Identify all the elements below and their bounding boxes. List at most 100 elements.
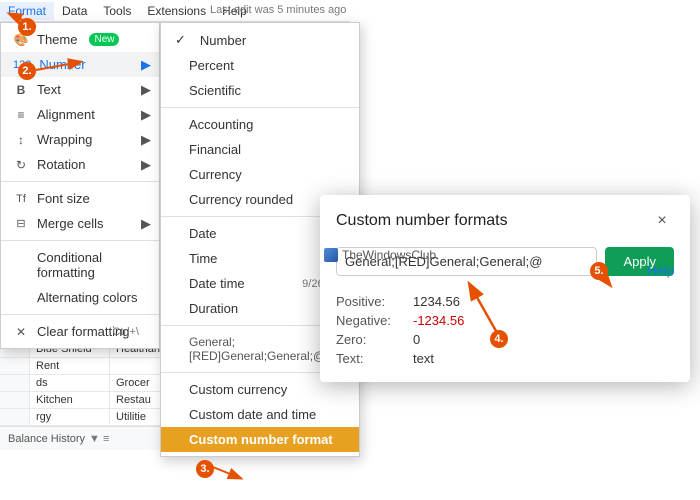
- cell-a2[interactable]: Rent: [30, 358, 110, 374]
- submenu-custom-number-label: Custom number format: [189, 432, 333, 447]
- negative-value: -1234.56: [413, 313, 464, 328]
- annotation-5: 5.: [590, 262, 608, 280]
- theme-label: Theme: [37, 32, 77, 47]
- number-label: Number: [39, 57, 85, 72]
- menu-bar: Format Data Tools Extensions Help Last e…: [0, 0, 350, 22]
- cell-a5[interactable]: rgy: [30, 409, 110, 425]
- dialog-title: Custom number formats: [336, 212, 508, 230]
- wrapping-arrow: ▶: [141, 132, 151, 148]
- clear-icon: ✕: [13, 325, 29, 339]
- row-num-4: [0, 392, 30, 408]
- submenu-item-accounting[interactable]: Accounting: [161, 112, 359, 137]
- text-value: text: [413, 351, 434, 366]
- cell-a4[interactable]: Kitchen: [30, 392, 110, 408]
- divider-1: [1, 181, 159, 182]
- submenu-time-label: Time: [189, 251, 217, 266]
- rotation-arrow: ▶: [141, 157, 151, 173]
- divider-3: [1, 314, 159, 315]
- format-menu-item-alignment[interactable]: ≡ Alignment ▶: [1, 102, 159, 127]
- alignment-icon: ≡: [13, 108, 29, 122]
- last-edit-text: Last edit was 5 minutes ago: [210, 4, 346, 16]
- mergecells-label: Merge cells: [37, 216, 103, 231]
- divider-2: [1, 240, 159, 241]
- submenu-duration-label: Duration: [189, 301, 238, 316]
- annotation-3: 3.: [196, 460, 214, 478]
- help-link[interactable]: Help: [647, 263, 674, 278]
- submenu-item-financial[interactable]: Financial: [161, 137, 359, 162]
- new-badge: New: [89, 33, 119, 46]
- zero-value: 0: [413, 332, 420, 347]
- format-menu-item-text[interactable]: B Text ▶: [1, 77, 159, 102]
- format-menu-item-conditional[interactable]: Conditional formatting: [1, 245, 159, 285]
- alignment-arrow: ▶: [141, 107, 151, 123]
- submenu-custom-currency-label: Custom currency: [189, 382, 287, 397]
- rotation-label: Rotation: [37, 157, 85, 172]
- submenu-scientific-label: Scientific: [189, 83, 241, 98]
- sheet-tab[interactable]: Balance History: [8, 433, 85, 445]
- row-num-5: [0, 409, 30, 425]
- mergecells-arrow: ▶: [141, 216, 151, 232]
- fontsize-icon: Tf: [13, 193, 29, 205]
- menu-extensions[interactable]: Extensions: [139, 2, 214, 20]
- submenu-currency-label: Currency: [189, 167, 242, 182]
- submenu-item-currency[interactable]: Currency: [161, 162, 359, 187]
- submenu-datetime-label: Date time: [189, 276, 245, 291]
- sheet-tab-indicator: ▼ ≡: [89, 433, 109, 445]
- row-num-3: [0, 375, 30, 391]
- submenu-divider-1: [161, 107, 359, 108]
- submenu-number-label: Number: [200, 33, 246, 48]
- annotation-4: 4.: [490, 330, 508, 348]
- text-bold-icon: B: [13, 83, 29, 97]
- format-menu-item-rotation[interactable]: ↻ Rotation ▶: [1, 152, 159, 177]
- submenu-date-label: Date: [189, 226, 216, 241]
- mergecells-icon: ⊟: [13, 217, 29, 230]
- custom-formats-dialog: Custom number formats × Apply Help Posit…: [320, 195, 690, 382]
- submenu-currency-rounded-label: Currency rounded: [189, 192, 293, 207]
- annotation-1: 1.: [18, 18, 36, 36]
- submenu-financial-label: Financial: [189, 142, 241, 157]
- wrapping-label: Wrapping: [37, 132, 92, 147]
- positive-value: 1234.56: [413, 294, 460, 309]
- format-menu-item-wrapping[interactable]: ↕ Wrapping ▶: [1, 127, 159, 152]
- row-num-2: [0, 358, 30, 374]
- text-label: Text:: [336, 351, 401, 366]
- format-menu-item-alternating[interactable]: Alternating colors: [1, 285, 159, 310]
- format-menu-item-clear[interactable]: ✕ Clear formatting Ctrl+\: [1, 319, 159, 344]
- preview-text: Text: text: [336, 349, 674, 368]
- thewc-icon: [324, 248, 338, 262]
- watermark-label: TheWindowsClub: [324, 248, 436, 262]
- preview-positive: Positive: 1234.56: [336, 292, 674, 311]
- submenu-item-custom-number[interactable]: Custom number format: [161, 427, 359, 452]
- submenu-item-percent[interactable]: Percent: [161, 53, 359, 78]
- format-menu-item-mergecells[interactable]: ⊟ Merge cells ▶: [1, 211, 159, 236]
- annotation-2: 2.: [18, 62, 36, 80]
- submenu-item-number[interactable]: Number: [161, 27, 359, 53]
- zero-label: Zero:: [336, 332, 401, 347]
- negative-label: Negative:: [336, 313, 401, 328]
- fontsize-label: Font size: [37, 191, 90, 206]
- text-label: Text: [37, 82, 61, 97]
- menu-format[interactable]: Format: [0, 2, 54, 20]
- thewc-text: TheWindowsClub: [342, 248, 436, 262]
- submenu-percent-label: Percent: [189, 58, 234, 73]
- submenu-item-scientific[interactable]: Scientific: [161, 78, 359, 103]
- clear-shortcut: Ctrl+\: [112, 326, 139, 338]
- wrapping-icon: ↕: [13, 133, 29, 147]
- number-arrow: ▶: [141, 57, 151, 73]
- alignment-label: Alignment: [37, 107, 95, 122]
- menu-data[interactable]: Data: [54, 2, 95, 20]
- menu-tools[interactable]: Tools: [95, 2, 139, 20]
- submenu-item-custom-date[interactable]: Custom date and time: [161, 402, 359, 427]
- rotation-icon: ↻: [13, 158, 29, 172]
- format-menu-item-fontsize[interactable]: Tf Font size: [1, 186, 159, 211]
- alternating-label: Alternating colors: [37, 290, 137, 305]
- dialog-close-button[interactable]: ×: [650, 209, 674, 233]
- dialog-header: Custom number formats ×: [320, 195, 690, 243]
- cell-a3[interactable]: ds: [30, 375, 110, 391]
- submenu-accounting-label: Accounting: [189, 117, 253, 132]
- conditional-label: Conditional formatting: [37, 250, 147, 280]
- submenu-custom-date-label: Custom date and time: [189, 407, 316, 422]
- preview-negative: Negative: -1234.56: [336, 311, 674, 330]
- text-arrow: ▶: [141, 82, 151, 98]
- site-watermark: wxdn.com: [647, 481, 692, 492]
